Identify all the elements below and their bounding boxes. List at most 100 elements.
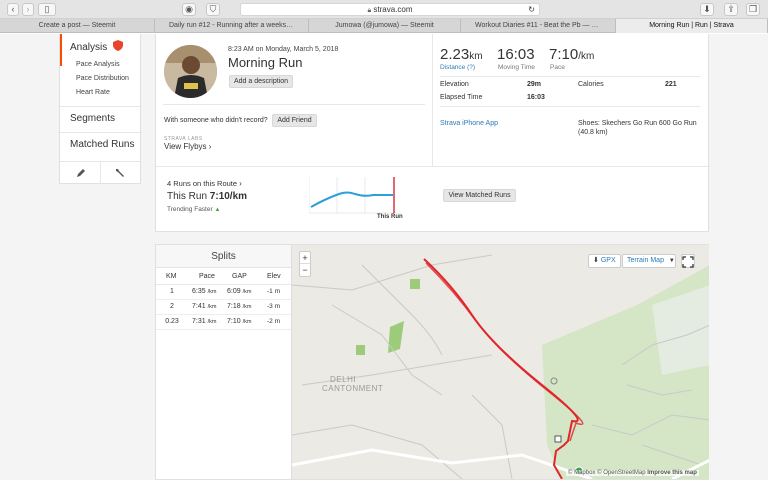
park-patch xyxy=(356,345,365,355)
tab-create-post[interactable]: Create a post — Steemit xyxy=(0,19,155,33)
sidebar-toggle-icon[interactable]: ▯ xyxy=(38,3,56,16)
trend-text: Trending Faster ▲ xyxy=(167,206,220,213)
pace-unit: /km xyxy=(578,51,595,62)
splits-title: Splits xyxy=(211,251,236,262)
table-row[interactable]: 2 7:41 /km 7:18 /km -3 m xyxy=(156,300,291,315)
split-pace: 7:41 /km xyxy=(192,303,217,310)
distance-value: 2.23 xyxy=(440,46,470,63)
trend-up-icon: ▲ xyxy=(214,207,221,213)
view-flybys-link[interactable]: View Flybys › xyxy=(164,142,211,151)
pocket-icon[interactable]: ⛉ xyxy=(206,3,220,16)
map-type-label: Terrain Map xyxy=(627,257,664,264)
splits-header-pace: Pace xyxy=(199,273,215,280)
forward-icon[interactable]: › xyxy=(22,3,34,16)
with-someone-text: With someone who didn't record? xyxy=(164,117,268,124)
add-friend-button[interactable]: Add Friend xyxy=(272,114,317,127)
map-attribution: © Mapbox © OpenStreetMap Improve this ma… xyxy=(566,470,699,476)
tab-daily-run[interactable]: Daily run #12 - Running after a weeks br… xyxy=(155,19,309,33)
split-km: 2 xyxy=(170,303,174,310)
split-pace: 7:31 /km xyxy=(192,318,217,325)
shoes-text: Shoes: Skechers Go Run 600 Go Run xyxy=(578,120,697,127)
split-gap: 6:09 /km xyxy=(227,288,252,295)
sidebar-item-matched-runs[interactable]: Matched Runs xyxy=(60,139,134,150)
address-bar[interactable]: 🔒︎ strava.com ↻ xyxy=(240,3,540,16)
route-map[interactable]: DELHI CANTONMENT + − ⬇ GPX Terrain Map ▼… xyxy=(291,245,709,479)
pace-label: Pace xyxy=(550,64,565,71)
table-row[interactable]: 1 6:35 /km 6:09 /km -1 m xyxy=(156,285,291,300)
elapsed-time-label: Elapsed Time xyxy=(440,94,483,101)
caret-down-icon: ▼ xyxy=(668,258,675,264)
activity-datetime: 8:23 AM on Monday, March 5, 2018 xyxy=(228,46,339,53)
calories-value: 221 xyxy=(665,81,677,88)
sidebar-analysis[interactable]: Analysis xyxy=(70,40,124,53)
split-km: 0.23 xyxy=(165,318,179,325)
sidebar-item-pace-analysis[interactable]: Pace Analysis xyxy=(60,58,120,72)
improve-map-link[interactable]: Improve this map xyxy=(647,470,697,476)
route-count-label: 4 Runs on this Route xyxy=(167,179,238,188)
sidebar-analysis-label: Analysis xyxy=(70,42,108,53)
sidebar-item-pace-distribution[interactable]: Pace Distribution xyxy=(60,72,129,86)
pace-value: 7:10 xyxy=(549,46,579,63)
avatar[interactable] xyxy=(164,45,217,98)
park-patch xyxy=(388,321,404,353)
route-count-link[interactable]: 4 Runs on this Route › xyxy=(167,179,242,188)
share-icon[interactable]: ⇪ xyxy=(724,3,738,16)
fullscreen-button[interactable] xyxy=(681,254,695,268)
map-type-select[interactable]: Terrain Map ▼ xyxy=(622,254,676,268)
pace-trend-line xyxy=(310,191,393,208)
split-pace: 6:35 /km xyxy=(192,288,217,295)
splits-header-km: KM xyxy=(166,273,177,280)
lock-icon: 🔒︎ xyxy=(367,7,372,14)
shield-icon xyxy=(113,40,124,51)
browser-toolbar: ‹ › ▯ ◉ ⛉ 🔒︎ strava.com ↻ ⬇ ⇪ ❐ xyxy=(0,0,768,19)
tab-jumowa[interactable]: Jumowa (@jumowa) — Steemit xyxy=(309,19,461,33)
pace-stat: 7:10/km xyxy=(549,46,594,63)
close-window-icon[interactable]: ‹ xyxy=(7,3,19,16)
tab-workout-diaries[interactable]: Workout Diaries #11 - Beat the Pb — Stee… xyxy=(461,19,616,33)
elapsed-time-value: 16:03 xyxy=(527,94,545,101)
split-km: 1 xyxy=(170,288,174,295)
activity-title[interactable]: Morning Run xyxy=(228,55,302,70)
distance-stat: 2.23km xyxy=(440,46,483,63)
url-text: strava.com xyxy=(373,5,413,14)
split-elev: -1 m xyxy=(267,288,280,295)
this-run-pace-value: 7:10/km xyxy=(209,191,248,202)
park-patch xyxy=(410,279,420,289)
gpx-label: GPX xyxy=(600,257,616,264)
attribution-text: © Mapbox © OpenStreetMap xyxy=(568,470,646,476)
sidebar-item-heart-rate[interactable]: Heart Rate xyxy=(60,86,110,100)
elevation-value: 29m xyxy=(527,81,542,88)
gpx-download-button[interactable]: ⬇ GPX xyxy=(588,254,621,268)
add-description-button[interactable]: Add a description xyxy=(229,75,293,88)
page-content: Analysis Pace Analysis Pace Distribution… xyxy=(0,34,768,480)
split-gap: 7:10 /km xyxy=(227,318,252,325)
tabs-overview-icon[interactable]: ❐ xyxy=(746,3,760,16)
this-run-prefix: This Run xyxy=(167,191,208,202)
tab-strava-run[interactable]: Morning Run | Run | Strava xyxy=(616,19,768,33)
download-icon[interactable]: ⬇ xyxy=(700,3,714,16)
download-icon: ⬇ xyxy=(593,257,599,264)
activity-sidebar: Analysis Pace Analysis Pace Distribution… xyxy=(59,34,141,184)
edit-icon[interactable] xyxy=(75,166,87,178)
map-area-label: DELHI xyxy=(330,375,357,384)
reload-icon[interactable]: ↻ xyxy=(528,4,535,16)
split-elev: -2 m xyxy=(267,318,280,325)
moving-time-value: 16:03 xyxy=(497,46,535,63)
zoom-controls: + − xyxy=(299,251,311,277)
activity-summary-panel: 8:23 AM on Monday, March 5, 2018 Morning… xyxy=(155,34,710,232)
zoom-in-button[interactable]: + xyxy=(300,252,310,264)
finish-flag-icon[interactable] xyxy=(554,435,562,443)
device-link[interactable]: Strava iPhone App xyxy=(440,120,498,127)
split-elev: -3 m xyxy=(267,303,280,310)
privacy-icon[interactable]: ◉ xyxy=(182,3,196,16)
moving-time-label: Moving Time xyxy=(498,64,535,71)
zoom-out-button[interactable]: − xyxy=(300,264,310,276)
expand-icon xyxy=(682,256,694,268)
wrench-icon[interactable] xyxy=(114,166,126,178)
distance-unit: km xyxy=(469,51,483,62)
table-row[interactable]: 0.23 7:31 /km 7:10 /km -2 m xyxy=(156,315,291,330)
distance-label[interactable]: Distance (?) xyxy=(440,64,475,71)
sidebar-item-segments[interactable]: Segments xyxy=(60,113,115,124)
calories-label: Calories xyxy=(578,81,604,88)
view-matched-runs-button[interactable]: View Matched Runs xyxy=(443,189,516,202)
